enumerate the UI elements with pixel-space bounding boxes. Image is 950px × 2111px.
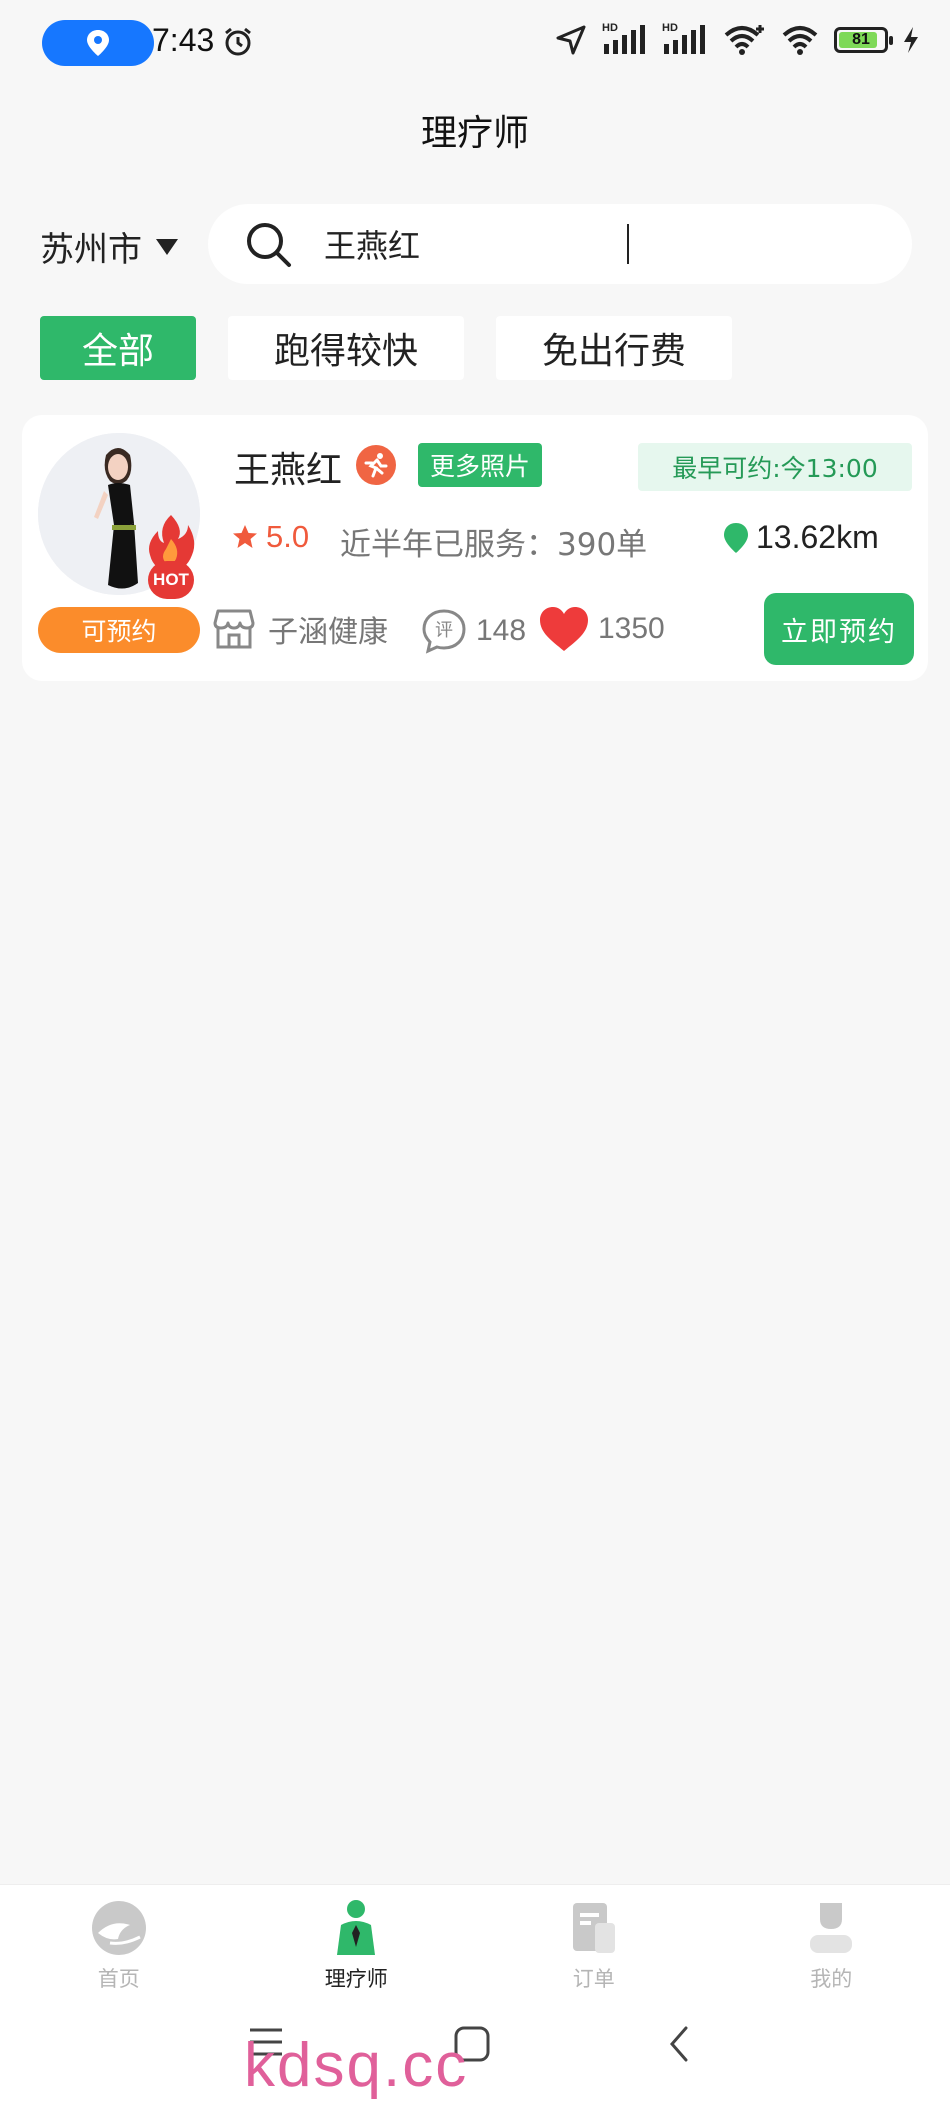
shop-info[interactable]: 子涵健康 [212,607,388,651]
more-photos-button[interactable]: 更多照片 [418,443,543,487]
served-count: 近半年已服务：390单 [340,527,648,563]
nav-home-label: 首页 [97,1967,140,1991]
status-badge: 可预约 [38,607,200,653]
navigation-arrow-icon [556,25,586,55]
nav-therapist-label: 理疗师 [324,1967,388,1991]
running-icon [356,445,396,485]
search-bar[interactable] [208,204,912,284]
signal-hd-label-2: HD [662,22,678,34]
earliest-available: 最早可约:今13:00 [638,443,912,491]
therapist-card[interactable]: HOT 王燕红 更多照片 最早可约:今13:00 5.0 近半年已服务：390单… [22,415,928,681]
therapist-icon [337,1900,376,1955]
home-icon [91,1901,146,1955]
search-input[interactable] [324,222,824,266]
rating-value: 5.0 [266,519,310,554]
signal-hd-icon: HD [602,22,648,58]
hot-badge: HOT [148,561,194,599]
filter-fast[interactable]: 跑得较快 [228,316,464,380]
likes[interactable]: 1350 [538,605,665,653]
city-selector[interactable]: 苏州市 [40,222,178,271]
wifi-plus-icon [724,25,764,55]
distance-value: 13.62km [756,519,879,555]
nav-home[interactable]: 首页 [0,1885,238,1996]
shop-name: 子涵健康 [268,615,388,650]
alarm-icon [225,27,251,56]
status-time: 7:43 [152,22,215,58]
battery-icon: 81 [834,27,893,53]
store-icon [213,609,255,649]
order-icon [572,1903,615,1953]
watermark: kdsq.cc [244,2031,469,2100]
location-pin-icon [87,30,109,56]
distance: 13.62km [722,519,879,556]
nav-profile[interactable]: 我的 [713,1885,950,1996]
nav-therapist[interactable]: 理疗师 [238,1885,476,1996]
city-label: 苏州市 [40,230,142,270]
caret-down-icon [156,238,178,255]
location-indicator[interactable] [42,20,154,66]
text-cursor [627,224,629,264]
comment-icon: 评 [422,609,466,654]
nav-orders-label: 订单 [572,1967,615,1991]
signal-hd-icon-2: HD [662,22,708,58]
battery-level: 81 [852,31,870,48]
wifi-icon [782,26,818,55]
comment-count: 148 [476,614,527,647]
signal-hd-label: HD [602,22,618,34]
therapist-name: 王燕红 [234,450,343,491]
profile-icon [810,1903,853,1953]
filter-all[interactable]: 全部 [40,316,196,380]
comments[interactable]: 评 148 [420,607,526,655]
nav-orders[interactable]: 订单 [475,1885,713,1996]
location-marker-icon [724,522,748,553]
filter-tabs: 全部 跑得较快 免出行费 [40,316,732,380]
heart-icon [540,607,588,651]
filter-free-travel[interactable]: 免出行费 [496,316,732,380]
rating: 5.0 [232,519,309,555]
system-nav-bar [0,1996,950,2111]
like-count: 1350 [598,612,665,645]
search-icon [247,223,291,267]
page-title: 理疗师 [420,113,529,154]
status-bar: 7:43 HD HD 81 [0,0,950,86]
charging-icon [904,27,918,53]
bottom-nav: 首页 理疗师 订单 我的 [0,1884,950,1996]
nav-profile-label: 我的 [810,1967,853,1991]
star-icon [233,525,257,548]
book-now-button[interactable]: 立即预约 [764,593,914,665]
comment-icon-text: 评 [435,620,453,641]
back-icon[interactable] [664,2024,694,2064]
